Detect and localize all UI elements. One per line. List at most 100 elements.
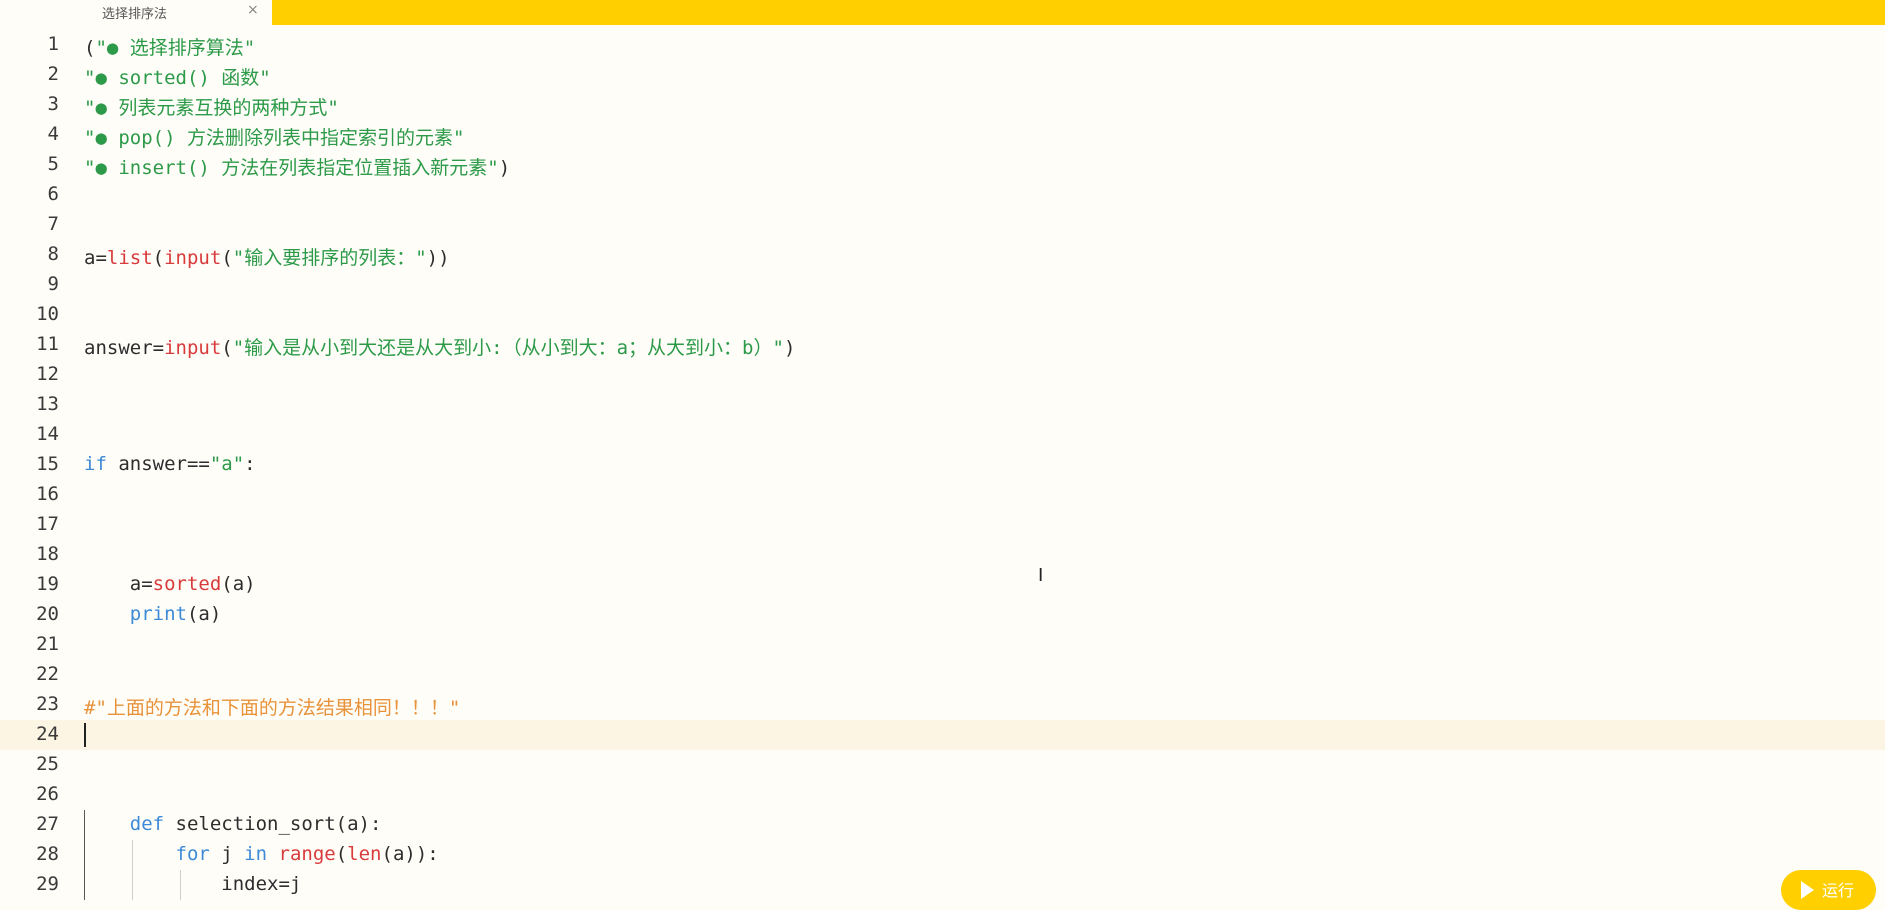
line-number: 8 — [47, 243, 59, 265]
line-number: 12 — [36, 363, 59, 385]
line-number: 7 — [47, 213, 59, 235]
code-line[interactable]: 16 — [0, 480, 1885, 510]
code-text: def selection_sort(a): — [84, 813, 382, 835]
code-token: ( — [221, 247, 233, 269]
code-text: for j in range(len(a)): — [84, 843, 439, 865]
tab-bar-fill — [272, 0, 1885, 25]
code-token: ) — [498, 157, 511, 179]
text-cursor-icon: I — [1038, 565, 1044, 586]
code-line[interactable]: 14 — [0, 420, 1885, 450]
code-text: "● sorted() 函数" — [84, 63, 271, 90]
line-number: 14 — [36, 423, 59, 445]
code-editor[interactable]: 1 ("● 选择排序算法" 2 "● sorted() 函数" 3 "● 列表元素互换的两… — [0, 30, 1885, 901]
code-text: answer=input("输入是从小到大还是从大到小:（从小到大：a；从大到小… — [84, 333, 795, 360]
code-token: "● insert() 方法在列表指定位置插入新元素" — [84, 157, 499, 179]
line-number: 11 — [36, 333, 59, 355]
tab-selection-sort[interactable]: 选择排序法 × — [84, 0, 272, 25]
code-line[interactable]: 29 index=j — [0, 870, 1885, 900]
code-token: for — [175, 843, 210, 865]
code-line[interactable]: 17 — [0, 510, 1885, 540]
code-line[interactable]: 4 "● pop() 方法删除列表中指定索引的元素" — [0, 120, 1885, 150]
code-text: "● 列表元素互换的两种方式" — [84, 93, 339, 120]
tab-bar: 选择排序法 × — [0, 0, 1885, 25]
code-token: selection_sort(a): — [164, 813, 382, 835]
line-number: 24 — [36, 723, 59, 745]
line-number: 21 — [36, 633, 59, 655]
line-number: 28 — [36, 843, 59, 865]
run-button-label: 运行 — [1822, 881, 1855, 900]
code-line[interactable]: 21 — [0, 630, 1885, 660]
code-token: j — [209, 843, 245, 865]
code-token: ( — [152, 247, 165, 269]
code-token: if — [84, 453, 107, 475]
code-text: print(a) — [84, 603, 222, 625]
line-number: 19 — [36, 573, 59, 595]
code-line[interactable]: 19 a=sorted(a) — [0, 570, 1885, 600]
code-token: : — [244, 453, 256, 475]
line-number: 5 — [47, 153, 59, 175]
code-line[interactable]: 27 def selection_sort(a): — [0, 810, 1885, 840]
code-line[interactable]: 1 ("● 选择排序算法" — [0, 30, 1885, 60]
code-token: "● pop() 方法删除列表中指定索引的元素" — [84, 127, 465, 149]
code-token: "a" — [209, 453, 245, 475]
code-token: #"上面的方法和下面的方法结果相同！！！" — [84, 697, 461, 719]
code-line[interactable]: 8 a=list(input("输入要排序的列表：")) — [0, 240, 1885, 270]
run-button[interactable]: 运行 — [1781, 870, 1876, 910]
code-line[interactable]: 28 for j in range(len(a)): — [0, 840, 1885, 870]
line-number: 25 — [36, 753, 59, 775]
code-token: range — [278, 843, 336, 865]
line-number: 6 — [47, 183, 59, 205]
code-line[interactable]: 5 "● insert() 方法在列表指定位置插入新元素") — [0, 150, 1885, 180]
line-number: 15 — [36, 453, 59, 475]
code-token: list — [106, 247, 153, 269]
line-number: 13 — [36, 393, 59, 415]
code-token: ( — [84, 37, 96, 59]
line-number: 9 — [47, 273, 59, 295]
line-number: 20 — [36, 603, 59, 625]
indent-guide — [180, 870, 181, 900]
line-number: 27 — [36, 813, 59, 835]
line-number: 22 — [36, 663, 59, 685]
code-token: ( — [221, 337, 233, 359]
code-line[interactable]: 11 answer=input("输入是从小到大还是从大到小:（从小到大：a；从大… — [0, 330, 1885, 360]
code-line[interactable]: 24 — [0, 720, 1885, 750]
code-line[interactable]: 20 print(a) — [0, 600, 1885, 630]
line-number: 18 — [36, 543, 59, 565]
code-token: answer= — [84, 337, 165, 359]
line-number: 23 — [36, 693, 59, 715]
code-line[interactable]: 18 — [0, 540, 1885, 570]
code-token: in — [244, 843, 268, 865]
code-token: input — [164, 337, 222, 359]
code-token: (a)): — [381, 843, 439, 865]
code-line[interactable]: 12 — [0, 360, 1885, 390]
text-caret — [84, 723, 86, 747]
code-line[interactable]: 23 #"上面的方法和下面的方法结果相同！！！" — [0, 690, 1885, 720]
code-text: ("● 选择排序算法" — [84, 33, 255, 60]
close-icon[interactable]: × — [247, 2, 259, 18]
code-token: "● sorted() 函数" — [84, 67, 271, 89]
code-text: a=sorted(a) — [84, 573, 256, 595]
code-line[interactable]: 10 — [0, 300, 1885, 330]
code-line[interactable]: 15 if answer=="a": — [0, 450, 1885, 480]
code-line[interactable]: 3 "● 列表元素互换的两种方式" — [0, 90, 1885, 120]
code-line[interactable]: 2 "● sorted() 函数" — [0, 60, 1885, 90]
indent-guide — [132, 840, 133, 900]
code-line[interactable]: 25 — [0, 750, 1885, 780]
line-number: 26 — [36, 783, 59, 805]
code-line[interactable]: 13 — [0, 390, 1885, 420]
code-line[interactable]: 7 — [0, 210, 1885, 240]
line-number: 2 — [47, 63, 59, 85]
line-number: 4 — [47, 123, 59, 145]
code-line[interactable]: 9 — [0, 270, 1885, 300]
code-line[interactable]: 6 — [0, 180, 1885, 210]
code-token: a= — [84, 247, 107, 269]
code-line[interactable]: 26 — [0, 780, 1885, 810]
code-token: ) — [783, 337, 796, 359]
code-line[interactable]: 22 — [0, 660, 1885, 690]
line-number: 1 — [47, 33, 59, 55]
line-number: 16 — [36, 483, 59, 505]
code-token: a= — [84, 573, 153, 595]
